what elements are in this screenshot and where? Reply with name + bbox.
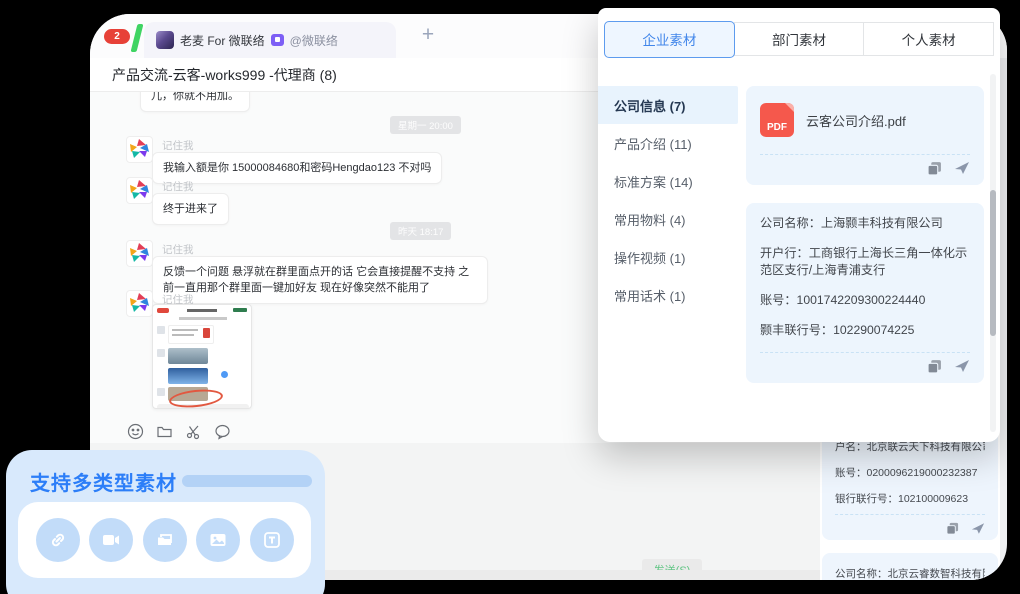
wecom-mini-badge-icon <box>270 34 284 46</box>
info-line: 颢丰联行号：102290074225 <box>760 323 915 337</box>
scissors-icon[interactable] <box>184 422 202 440</box>
folder-icon[interactable] <box>142 518 187 562</box>
smiley-icon[interactable] <box>126 422 144 440</box>
green-accent-icon <box>130 24 144 52</box>
send-icon[interactable] <box>971 522 985 535</box>
chat-bubble-partial: 儿，你就不用加。 <box>140 92 250 112</box>
info-line: 账号：1001742209300224440 <box>760 293 926 307</box>
copy-icon[interactable] <box>927 161 942 176</box>
promo-title: 支持多类型素材 <box>30 473 177 495</box>
category-product-intro[interactable]: 产品介绍 (11) <box>598 124 738 162</box>
image-icon[interactable] <box>196 518 240 562</box>
category-standard-plan[interactable]: 标准方案 (14) <box>598 162 738 200</box>
tab-department-materials[interactable]: 部门素材 <box>733 22 865 56</box>
unread-count-badge: 2 <box>104 29 130 44</box>
link-icon[interactable] <box>35 518 80 562</box>
tab-enterprise-materials[interactable]: 企业素材 <box>604 20 735 58</box>
info-line: 开户行：工商银行上海长三角一体化示范区支行/上海青浦支行 <box>760 246 968 277</box>
text-icon[interactable] <box>249 518 294 562</box>
avatar[interactable] <box>126 240 153 267</box>
send-icon[interactable] <box>954 359 970 373</box>
sender-name: 记住我 <box>162 244 194 256</box>
materials-tabs: 企业素材 部门素材 个人素材 <box>604 20 995 58</box>
pdf-file-icon: PDF <box>760 103 794 137</box>
copy-icon[interactable] <box>946 522 959 535</box>
chat-bubble: 反馈一个问题 悬浮就在群里面点开的话 它会直接提醒不支持 之前一直用那个群里面一… <box>152 256 488 304</box>
promo-card: 支持多类型素材 <box>6 450 325 594</box>
sender-name: 记住我 <box>162 140 194 152</box>
app-logo-icon <box>156 31 174 49</box>
material-line: 公司名称：北京云睿数智科技有限公 <box>835 568 985 580</box>
pdf-material-card[interactable]: PDF 云客公司介绍.pdf <box>746 86 984 185</box>
video-icon[interactable] <box>89 518 133 562</box>
copy-icon[interactable] <box>927 359 942 374</box>
promo-accent-bar <box>182 475 312 487</box>
timestamp-chip: 星期一 20:00 <box>390 116 461 134</box>
avatar[interactable] <box>126 136 153 163</box>
tab-title: 老麦 For 微联络 <box>180 33 265 48</box>
new-tab-button[interactable]: + <box>414 22 442 50</box>
chat-title: 产品交流-云客-works999 -代理商 (8) <box>112 66 337 83</box>
category-company-info[interactable]: 公司信息 (7) <box>598 86 738 124</box>
chat-bubble: 终于进来了 <box>152 193 229 225</box>
promo-icon-box <box>18 502 311 578</box>
category-common-materials[interactable]: 常用物料 (4) <box>598 200 738 238</box>
send-icon[interactable] <box>954 161 970 175</box>
tab-personal-materials[interactable]: 个人素材 <box>863 22 995 56</box>
tab-mention-label: @微联络 <box>289 33 338 48</box>
chat-input-toolbar <box>126 422 231 440</box>
timestamp-chip: 昨天 18:17 <box>390 222 452 240</box>
materials-content: PDF 云客公司介绍.pdf 公司名称：上海颢丰科技有限公司 开户行：工商银行上… <box>746 86 984 383</box>
screenshot-canvas: 2 老麦 For 微联络 @微联络 + 产品交流-云客-works999 -代理… <box>0 0 1020 594</box>
category-common-scripts[interactable]: 常用话术 (1) <box>598 276 738 314</box>
sender-name: 记住我 <box>162 181 194 193</box>
chat-screenshot-image[interactable] <box>152 304 252 409</box>
material-line: 账号：0200096219000232387 <box>835 467 978 479</box>
material-card[interactable]: 公司名称：北京云睿数智科技有限公 <box>822 553 998 580</box>
category-operation-video[interactable]: 操作视频 (1) <box>598 238 738 276</box>
text-material-card[interactable]: 公司名称：上海颢丰科技有限公司 开户行：工商银行上海长三角一体化示范区支行/上海… <box>746 203 984 383</box>
scrollbar-thumb[interactable] <box>990 190 996 336</box>
materials-panel: 企业素材 部门素材 个人素材 公司信息 (7) 产品介绍 (11) 标准方案 (… <box>598 8 1000 442</box>
folder-icon[interactable] <box>155 422 173 440</box>
comment-icon[interactable] <box>213 422 231 440</box>
avatar[interactable] <box>126 177 153 204</box>
material-line: 银行联行号：102100009623 <box>835 493 969 505</box>
avatar[interactable] <box>126 290 153 317</box>
pdf-filename: 云客公司介绍.pdf <box>806 113 906 129</box>
active-tab[interactable]: 老麦 For 微联络 @微联络 <box>144 22 396 58</box>
chat-bubble: 我输入额是你 15000084680和密码Hengdao123 不对吗 <box>152 152 443 184</box>
info-line: 公司名称：上海颢丰科技有限公司 <box>760 216 943 230</box>
category-list: 公司信息 (7) 产品介绍 (11) 标准方案 (14) 常用物料 (4) 操作… <box>598 72 738 314</box>
